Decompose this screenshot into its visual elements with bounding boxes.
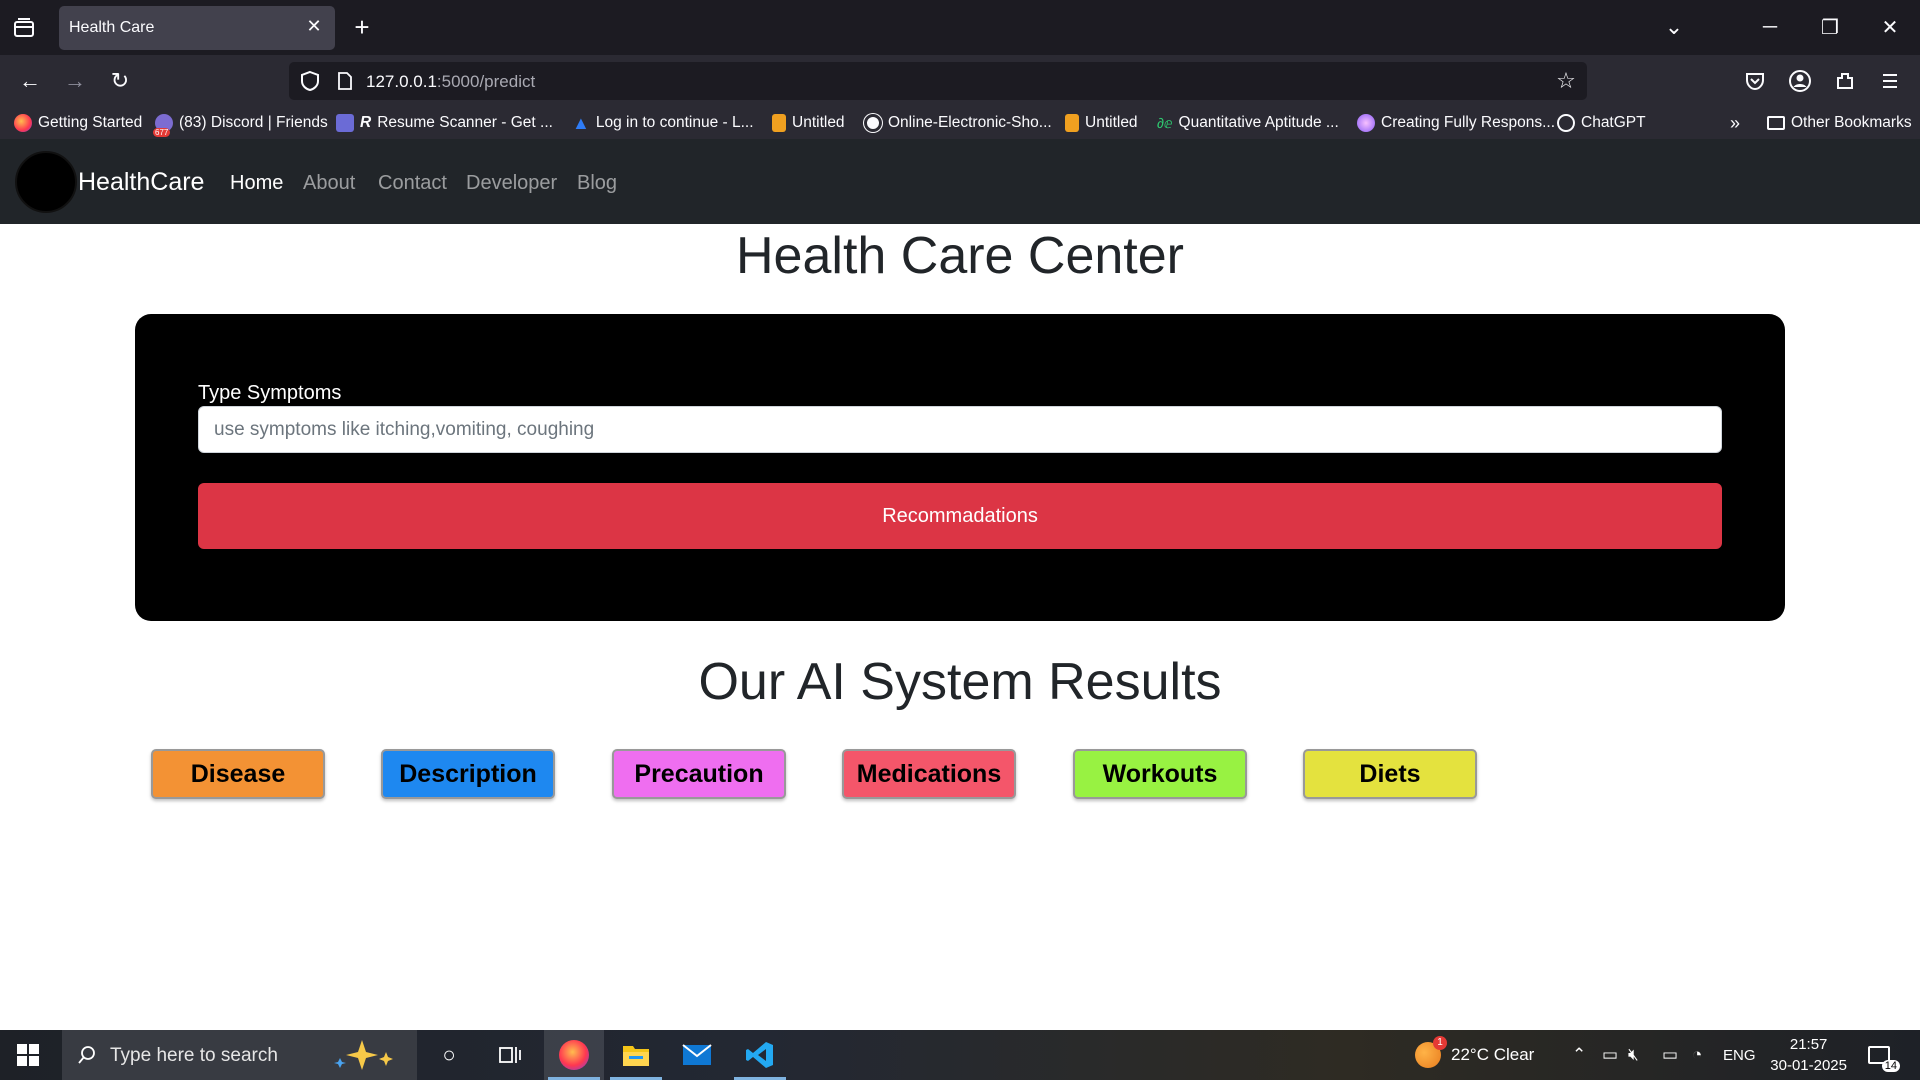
wifi-icon[interactable]: ◔ bbox=[1692, 1030, 1702, 1080]
symptoms-label: Type Symptoms bbox=[198, 382, 342, 404]
close-window-icon[interactable]: ✕ bbox=[1860, 0, 1920, 55]
browser-tab-bar: Health Care ✕ + ⌄ ─ ❐ ✕ bbox=[0, 0, 1920, 55]
taskbar: Type here to search ○ 1 22°C Clear ⌃ ▭ 🔇… bbox=[0, 1030, 1920, 1080]
site-navbar: HealthCare Home About Contact Developer … bbox=[0, 139, 1920, 224]
url-path: :5000/predict bbox=[436, 72, 536, 91]
results-title: Our AI System Results bbox=[698, 653, 1222, 711]
restore-icon[interactable]: ❐ bbox=[1800, 0, 1860, 55]
chevron-down-icon[interactable]: ⌄ bbox=[1660, 14, 1688, 42]
windows-start-icon[interactable] bbox=[16, 1043, 40, 1067]
clock-date: 30-01-2025 bbox=[1770, 1057, 1847, 1074]
r-logo-icon: R bbox=[360, 114, 372, 131]
folder-icon bbox=[1767, 116, 1785, 130]
url-text[interactable]: 127.0.0.1:5000/predict bbox=[366, 72, 535, 92]
nav-developer[interactable]: Developer bbox=[466, 172, 557, 195]
speaker-muted-icon[interactable]: 🔇︎ bbox=[1628, 1030, 1639, 1080]
tab-title: Health Care bbox=[69, 19, 155, 36]
notebook-icon bbox=[772, 114, 786, 132]
bookmark-quant-aptitude[interactable]: ∂ⅇ Quantitative Aptitude ... bbox=[1157, 113, 1339, 133]
symptoms-form: Type Symptoms Recommadations bbox=[135, 314, 1785, 621]
nav-contact[interactable]: Contact bbox=[378, 172, 447, 195]
weather-text: Clear bbox=[1493, 1045, 1535, 1064]
tab-list-icon[interactable] bbox=[12, 17, 36, 39]
tab-close-icon[interactable]: ✕ bbox=[303, 15, 325, 37]
account-icon[interactable] bbox=[1785, 66, 1815, 96]
diets-button[interactable]: Diets bbox=[1303, 749, 1477, 799]
bookmark-star-icon[interactable]: ☆ bbox=[1553, 68, 1579, 94]
extensions-icon[interactable] bbox=[1830, 66, 1860, 96]
url-host: 127.0.0.1 bbox=[366, 72, 437, 91]
workouts-button[interactable]: Workouts bbox=[1073, 749, 1247, 799]
pocket-icon[interactable] bbox=[1740, 66, 1770, 96]
clock-time: 21:57 bbox=[1789, 1036, 1828, 1053]
logo[interactable] bbox=[15, 151, 77, 213]
cortana-icon[interactable]: ○ bbox=[419, 1030, 479, 1080]
mail-icon[interactable] bbox=[667, 1030, 727, 1080]
description-button[interactable]: Description bbox=[381, 749, 555, 799]
search-placeholder: Type here to search bbox=[110, 1045, 278, 1066]
window-controls: ─ ❐ ✕ bbox=[1740, 0, 1920, 55]
recommendations-button[interactable]: Recommadations bbox=[198, 483, 1722, 549]
battery-icon[interactable]: ▭ bbox=[1662, 1030, 1678, 1080]
url-bar[interactable]: 127.0.0.1:5000/predict ☆ bbox=[289, 62, 1587, 100]
sparkle-icon bbox=[332, 1038, 402, 1072]
chevron-up-icon[interactable]: ⌃ bbox=[1572, 1030, 1586, 1080]
precaution-button[interactable]: Precaution bbox=[612, 749, 786, 799]
clock[interactable]: 21:57 30-01-2025 bbox=[1770, 1034, 1847, 1076]
weather-widget[interactable]: 1 22°C Clear bbox=[1415, 1030, 1534, 1080]
discord-icon: 677 bbox=[153, 114, 173, 137]
reload-icon[interactable]: ↻ bbox=[104, 65, 136, 97]
avatar-icon bbox=[1357, 114, 1375, 132]
search-icon bbox=[76, 1044, 98, 1066]
meet-now-icon[interactable]: ▭ bbox=[1602, 1030, 1618, 1080]
shield-icon[interactable] bbox=[299, 70, 321, 92]
bookmark-chatgpt[interactable]: ChatGPT bbox=[1557, 113, 1646, 133]
vscode-icon[interactable] bbox=[730, 1030, 790, 1080]
task-view-icon[interactable] bbox=[480, 1030, 540, 1080]
bookmark-untitled-1[interactable]: Untitled bbox=[772, 113, 845, 133]
browser-tab[interactable]: Health Care ✕ bbox=[59, 6, 335, 50]
menu-icon[interactable] bbox=[1875, 66, 1905, 96]
page-title: Health Care Center bbox=[736, 227, 1184, 285]
new-tab-icon[interactable]: + bbox=[349, 14, 375, 40]
bookmark-creating-fully-responsive[interactable]: Creating Fully Respons... bbox=[1357, 113, 1555, 133]
nav-about[interactable]: About bbox=[303, 172, 355, 195]
forward-icon[interactable]: → bbox=[59, 65, 91, 97]
brand-name[interactable]: HealthCare bbox=[78, 168, 204, 197]
page-icon[interactable] bbox=[335, 71, 355, 91]
nav-home[interactable]: Home bbox=[230, 172, 283, 195]
moon-icon: 1 bbox=[1415, 1036, 1447, 1068]
language-indicator[interactable]: ENG bbox=[1723, 1030, 1756, 1080]
notifications-icon[interactable]: 14 bbox=[1868, 1030, 1900, 1080]
bookmark-discord[interactable]: 677 (83) Discord | Friends bbox=[153, 113, 328, 137]
firefox-icon bbox=[14, 114, 32, 132]
taskbar-search[interactable]: Type here to search bbox=[62, 1030, 417, 1080]
bookmark-getting-started[interactable]: Getting Started bbox=[14, 113, 142, 133]
weather-temp: 22°C bbox=[1451, 1045, 1489, 1064]
atlassian-icon: ▲ bbox=[572, 112, 590, 133]
nav-blog[interactable]: Blog bbox=[577, 172, 617, 195]
chatgpt-icon bbox=[1557, 114, 1575, 132]
medications-button[interactable]: Medications bbox=[842, 749, 1016, 799]
notebook-icon bbox=[1065, 114, 1079, 132]
symptoms-input[interactable] bbox=[198, 406, 1722, 453]
firefox-taskbar-icon[interactable] bbox=[544, 1030, 604, 1080]
bookmark-resume-scanner[interactable]: R Resume Scanner - Get ... bbox=[336, 113, 553, 133]
bookmark-atlassian[interactable]: ▲ Log in to continue - L... bbox=[572, 113, 754, 133]
bookmark-untitled-2[interactable]: Untitled bbox=[1065, 113, 1138, 133]
disease-button[interactable]: Disease bbox=[151, 749, 325, 799]
bookmarks-bar: Getting Started 677 (83) Discord | Friend… bbox=[0, 107, 1920, 139]
firefox-icon bbox=[559, 1040, 589, 1070]
file-explorer-icon[interactable] bbox=[606, 1030, 666, 1080]
other-bookmarks[interactable]: Other Bookmarks bbox=[1767, 113, 1912, 133]
bookmark-github[interactable]: Online-Electronic-Sho... bbox=[864, 113, 1052, 133]
minimize-icon[interactable]: ─ bbox=[1740, 0, 1800, 55]
gfg-icon: ∂ⅇ bbox=[1157, 114, 1173, 131]
back-icon[interactable]: ← bbox=[14, 65, 46, 97]
chevron-double-right-icon[interactable]: » bbox=[1730, 113, 1740, 133]
hexagon-icon bbox=[336, 114, 354, 132]
github-icon bbox=[864, 114, 882, 132]
